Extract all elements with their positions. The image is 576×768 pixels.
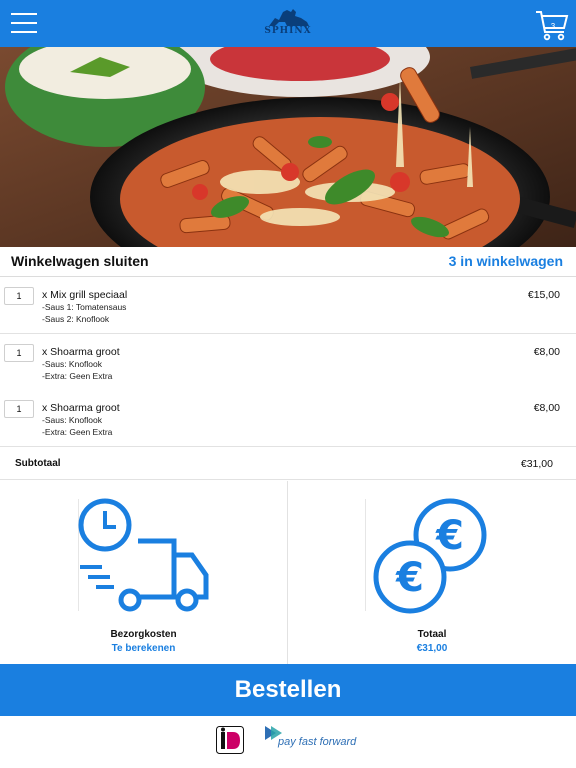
cart-item: x Shoarma groot -Saus: Knoflook -Extra: … — [0, 390, 576, 447]
divider — [365, 499, 366, 611]
item-option: -Saus 1: Tomatensaus — [42, 302, 127, 312]
ideal-logo — [216, 726, 244, 754]
hamburger-menu-icon[interactable] — [11, 13, 37, 33]
item-name: x Shoarma groot — [42, 402, 120, 414]
delivery-label: Bezorgkosten — [110, 629, 177, 640]
cart-item: x Mix grill speciaal -Saus 1: Tomatensau… — [0, 277, 576, 334]
subtotal-row: Subtotaal €31,00 — [0, 447, 576, 480]
cart-item: x Shoarma groot -Saus: Knoflook -Extra: … — [0, 334, 576, 391]
quantity-input[interactable] — [4, 400, 34, 418]
cart-count-badge: 3 — [550, 22, 556, 31]
item-price: €8,00 — [533, 402, 560, 414]
top-bar: SPHINX 3 — [0, 0, 576, 47]
sphinx-logo[interactable]: SPHINX — [258, 6, 318, 40]
item-option: -Saus 2: Knoflook — [42, 314, 110, 324]
shopping-cart-icon[interactable]: 3 — [534, 6, 570, 42]
logo-text: SPHINX — [264, 26, 312, 36]
item-option: -Saus: Knoflook — [42, 415, 103, 425]
subtotal-value: €31,00 — [520, 458, 553, 470]
quantity-input[interactable] — [4, 344, 34, 362]
total-panel: € € Totaal €31,00 — [288, 481, 576, 664]
item-option: -Extra: Geen Extra — [42, 371, 113, 381]
total-label: Totaal — [417, 629, 447, 640]
item-option: -Saus: Knoflook — [42, 359, 103, 369]
svg-text:€: € — [435, 513, 464, 559]
cart-header: Winkelwagen sluiten 3 in winkelwagen — [0, 247, 576, 277]
item-name: x Shoarma groot — [42, 346, 120, 358]
svg-text:€: € — [395, 555, 424, 601]
item-name: x Mix grill speciaal — [42, 289, 128, 301]
cart-count-link[interactable]: 3 in winkelwagen — [449, 253, 563, 269]
item-price: €15,00 — [527, 289, 560, 301]
quantity-input[interactable] — [4, 287, 34, 305]
order-button[interactable]: Bestellen — [0, 664, 576, 716]
delivery-panel: Bezorgkosten Te berekenen — [0, 481, 288, 664]
delivery-value: Te berekenen — [111, 643, 176, 654]
subtotal-label: Subtotaal — [15, 458, 61, 469]
total-value: €31,00 — [416, 643, 448, 654]
payment-footer: pay fast forward — [0, 716, 576, 768]
hero-food-image — [0, 47, 576, 247]
item-price: €8,00 — [533, 346, 560, 358]
item-option: -Extra: Geen Extra — [42, 427, 113, 437]
delivery-truck-clock-icon — [78, 498, 209, 612]
euro-coins-icon: € € — [373, 498, 487, 614]
pay-fast-forward-text: pay fast forward — [278, 736, 357, 748]
close-cart-link[interactable]: Winkelwagen sluiten — [11, 253, 149, 269]
